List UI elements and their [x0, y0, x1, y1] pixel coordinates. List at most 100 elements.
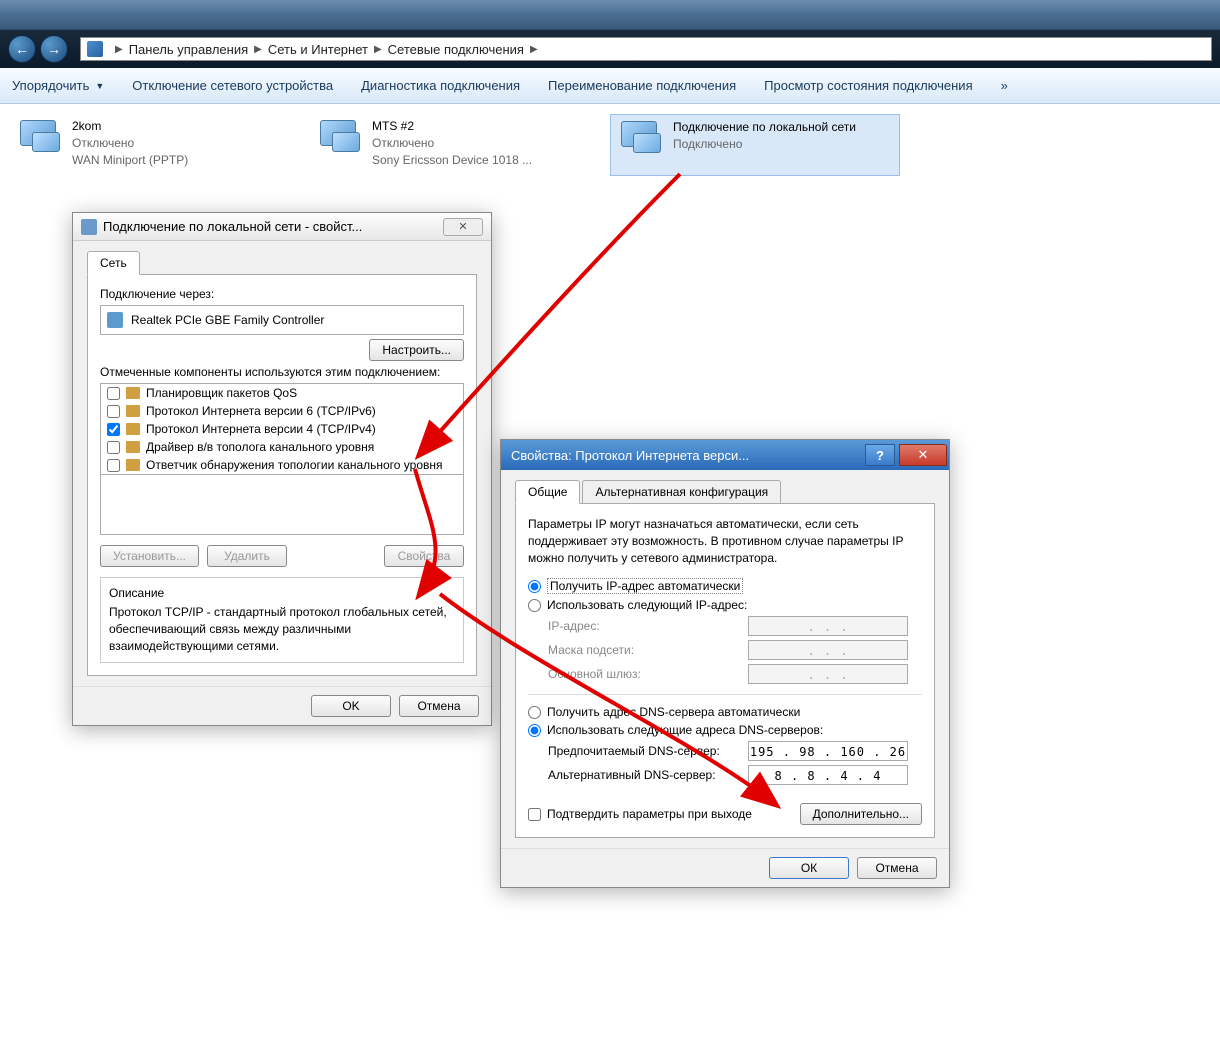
ip-address-input: . . . [748, 616, 908, 636]
dns2-input[interactable]: 8 . 8 . 4 . 4 [748, 765, 908, 785]
connection-item[interactable]: 2kom Отключено WAN Miniport (PPTP) [10, 114, 300, 174]
radio-input[interactable] [528, 706, 541, 719]
tab-network[interactable]: Сеть [87, 251, 140, 275]
component-row[interactable]: Планировщик пакетов QoS [101, 384, 463, 402]
dialog-titlebar[interactable]: Подключение по локальной сети - свойст..… [73, 213, 491, 241]
connection-item[interactable]: MTS #2 Отключено Sony Ericsson Device 10… [310, 114, 600, 174]
ok-button[interactable]: ОК [769, 857, 849, 879]
breadcrumb[interactable]: ▶ Панель управления ▶ Сеть и Интернет ▶ … [80, 37, 1212, 61]
toolbar-organize[interactable]: Упорядочить ▼ [12, 78, 104, 93]
toolbar-label: Упорядочить [12, 78, 89, 93]
gateway-label: Основной шлюз: [548, 667, 748, 681]
component-checkbox[interactable] [107, 441, 120, 454]
toolbar-diagnose[interactable]: Диагностика подключения [361, 78, 520, 93]
control-panel-icon [87, 41, 103, 57]
component-checkbox[interactable] [107, 387, 120, 400]
dialog-title: Свойства: Протокол Интернета верси... [511, 448, 865, 463]
radio-dns-auto[interactable]: Получить адрес DNS-сервера автоматически [528, 705, 922, 719]
adapter-name: Realtek PCIe GBE Family Controller [131, 313, 324, 327]
component-label: Драйвер в/в тополога канального уровня [146, 440, 374, 454]
toolbar-rename[interactable]: Переименование подключения [548, 78, 736, 93]
toolbar-view-status[interactable]: Просмотр состояния подключения [764, 78, 972, 93]
components-label: Отмеченные компоненты используются этим … [100, 365, 464, 379]
gateway-input: . . . [748, 664, 908, 684]
tab-general[interactable]: Общие [515, 480, 580, 504]
description-text: Протокол TCP/IP - стандартный протокол г… [109, 604, 455, 654]
cancel-button[interactable]: Отмена [399, 695, 479, 717]
breadcrumb-item[interactable]: Панель управления [129, 42, 248, 57]
tab-alt-config[interactable]: Альтернативная конфигурация [582, 480, 781, 504]
component-checkbox[interactable] [107, 423, 120, 436]
radio-ip-manual[interactable]: Использовать следующий IP-адрес: [528, 598, 922, 612]
adapter-icon [107, 312, 123, 328]
adapter-field[interactable]: Realtek PCIe GBE Family Controller [100, 305, 464, 335]
window-titlebar [0, 0, 1220, 30]
toolbar-disable-device[interactable]: Отключение сетевого устройства [132, 78, 333, 93]
forward-button[interactable]: → [40, 35, 68, 63]
dialog-titlebar[interactable]: Свойства: Протокол Интернета верси... ? … [501, 440, 949, 470]
component-row[interactable]: Протокол Интернета версии 6 (TCP/IPv6) [101, 402, 463, 420]
component-row[interactable]: Драйвер в/в тополога канального уровня [101, 438, 463, 456]
component-label: Протокол Интернета версии 6 (TCP/IPv6) [146, 404, 376, 418]
help-button[interactable]: ? [865, 444, 895, 466]
component-checkbox[interactable] [107, 405, 120, 418]
component-icon [126, 405, 140, 417]
radio-input[interactable] [528, 580, 541, 593]
cancel-button[interactable]: Отмена [857, 857, 937, 879]
validate-label: Подтвердить параметры при выходе [547, 807, 800, 821]
dns1-input[interactable]: 195 . 98 . 160 . 26 [748, 741, 908, 761]
install-button[interactable]: Установить... [100, 545, 199, 567]
connection-icon [314, 118, 362, 170]
connection-icon [615, 119, 663, 171]
radio-input[interactable] [528, 724, 541, 737]
configure-button[interactable]: Настроить... [369, 339, 464, 361]
radio-input[interactable] [528, 599, 541, 612]
chevron-down-icon: ▼ [95, 81, 104, 91]
dialog-title: Подключение по локальной сети - свойст..… [103, 219, 443, 234]
ok-button[interactable]: OK [311, 695, 391, 717]
connection-name: Подключение по локальной сети [673, 119, 856, 136]
content-area: 2kom Отключено WAN Miniport (PPTP) MTS #… [0, 104, 1220, 1046]
breadcrumb-item[interactable]: Сеть и Интернет [268, 42, 368, 57]
connection-status: Отключено [72, 135, 188, 152]
component-icon [126, 423, 140, 435]
radio-ip-auto[interactable]: Получить IP-адрес автоматически [528, 578, 922, 594]
connection-icon [14, 118, 62, 170]
properties-button[interactable]: Свойства [384, 545, 464, 567]
connection-device: Sony Ericsson Device 1018 ... [372, 152, 532, 169]
connection-status: Подключено [673, 136, 856, 153]
component-icon [126, 387, 140, 399]
subnet-mask-input: . . . [748, 640, 908, 660]
connection-properties-dialog: Подключение по локальной сети - свойст..… [72, 212, 492, 726]
component-row[interactable]: Ответчик обнаружения топологии канальног… [101, 456, 463, 474]
ip-address-label: IP-адрес: [548, 619, 748, 633]
network-icon [81, 219, 97, 235]
dns1-label: Предпочитаемый DNS-сервер: [548, 744, 748, 758]
component-checkbox[interactable] [107, 459, 120, 472]
validate-checkbox[interactable] [528, 808, 541, 821]
chevron-right-icon: ▶ [530, 44, 538, 55]
connect-using-label: Подключение через: [100, 287, 464, 301]
uninstall-button[interactable]: Удалить [207, 545, 287, 567]
advanced-button[interactable]: Дополнительно... [800, 803, 922, 825]
radio-dns-manual[interactable]: Использовать следующие адреса DNS-сервер… [528, 723, 922, 737]
component-label: Планировщик пакетов QoS [146, 386, 297, 400]
breadcrumb-item[interactable]: Сетевые подключения [388, 42, 524, 57]
connection-name: 2kom [72, 118, 188, 135]
dns2-label: Альтернативный DNS-сервер: [548, 768, 748, 782]
component-label: Протокол Интернета версии 4 (TCP/IPv4) [146, 422, 376, 436]
component-icon [126, 459, 140, 471]
connection-item-selected[interactable]: Подключение по локальной сети Подключено [610, 114, 900, 176]
subnet-mask-label: Маска подсети: [548, 643, 748, 657]
radio-label: Получить IP-адрес автоматически [547, 578, 743, 594]
component-row[interactable]: Протокол Интернета версии 4 (TCP/IPv4) [101, 420, 463, 438]
close-button[interactable]: ✕ [899, 444, 947, 466]
close-button[interactable]: ✕ [443, 218, 483, 236]
connection-name: MTS #2 [372, 118, 532, 135]
back-button[interactable]: ← [8, 35, 36, 63]
component-label: Ответчик обнаружения топологии канальног… [146, 458, 443, 472]
nav-row: ← → ▶ Панель управления ▶ Сеть и Интерне… [0, 30, 1220, 68]
components-list: Планировщик пакетов QoS Протокол Интерне… [100, 383, 464, 475]
chevron-right-icon: ▶ [254, 44, 262, 55]
toolbar-more[interactable]: » [1001, 78, 1008, 93]
